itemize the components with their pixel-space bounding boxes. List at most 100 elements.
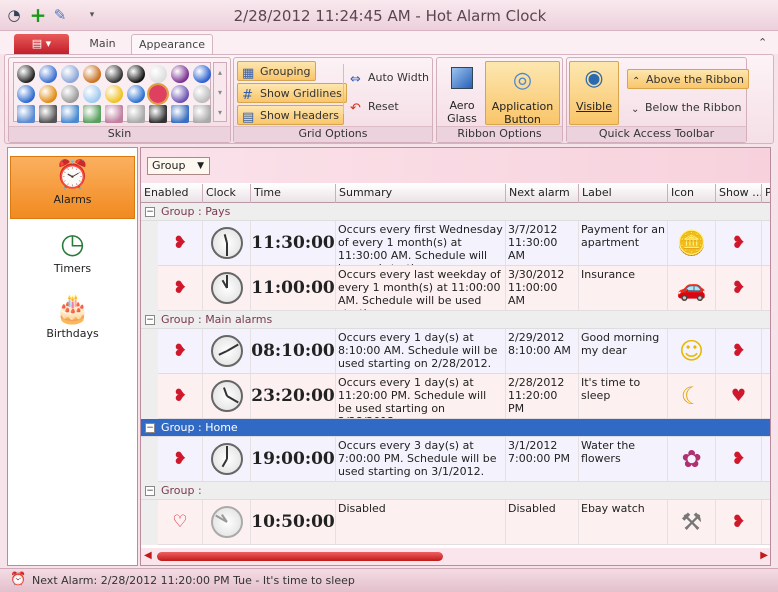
table-row[interactable]: ♡ 10:50:00 Disabled Disabled Ebay watch ⚒ ❥ [158,500,770,545]
skin-swatch[interactable] [127,85,145,103]
scroll-right-icon[interactable]: ▶ [760,550,768,561]
below-ribbon-button[interactable]: ⌄ Below the Ribbon [627,98,746,118]
collapse-icon[interactable]: − [145,423,155,433]
skin-swatch[interactable] [149,105,167,123]
car-icon: 🚗 [668,266,716,310]
skin-swatch[interactable] [105,105,123,123]
skin-swatch[interactable] [17,105,35,123]
skin-swatch[interactable] [127,65,145,83]
column-header-1[interactable]: Clock [203,184,251,203]
grouping-button[interactable]: ▦ Grouping [237,61,316,81]
skin-swatch[interactable] [193,105,211,123]
application-button[interactable]: ▤ ▾ [14,34,69,54]
skin-swatch[interactable] [171,65,189,83]
scrollbar-thumb[interactable] [157,552,443,561]
p-cell [762,329,770,373]
show-toggle[interactable]: ❥ [716,221,762,265]
skin-swatch[interactable] [83,105,101,123]
horizontal-scrollbar[interactable]: ◀ ▶ [141,548,770,565]
group-row[interactable]: − Group : Main alarms [141,311,770,329]
skin-swatch[interactable] [149,65,167,83]
visible-button[interactable]: ◉ Visible [569,61,619,125]
enabled-toggle[interactable]: ❥ [158,329,203,373]
show-toggle[interactable]: ❥ [716,500,762,544]
enabled-toggle[interactable]: ❥ [158,221,203,265]
show-toggle[interactable]: ❥ [716,437,762,481]
skin-swatch[interactable] [127,105,145,123]
nav-alarms[interactable]: ⏰ Alarms [10,156,135,219]
group-by-dropdown[interactable]: Group ▼ [147,157,210,175]
skin-swatch[interactable] [39,65,57,83]
skin-swatch[interactable] [39,85,57,103]
column-header-6[interactable]: Icon [668,184,716,203]
column-header-7[interactable]: Show … [716,184,762,203]
column-header-2[interactable]: Time [251,184,336,203]
group-row[interactable]: − Group : Home [141,419,770,437]
collapse-icon[interactable]: − [145,315,155,325]
skin-swatch[interactable] [193,65,211,83]
aero-glass-button[interactable]: Aero Glass [439,61,485,125]
clock-face-icon [210,272,243,304]
enabled-toggle[interactable]: ♡ [158,500,203,544]
skin-swatch[interactable] [193,85,211,103]
edit-icon[interactable]: ✎ [50,5,70,25]
table-row[interactable]: ❥ 11:30:00 Occurs every first Wednesday of… [158,221,770,266]
show-headers-button[interactable]: ▤ Show Headers [237,105,344,125]
group-title: Group : Main alarms [161,313,273,326]
collapse-icon[interactable]: − [145,486,155,496]
table-row[interactable]: ❥ 19:00:00 Occurs every 3 day(s) at 7:00:0… [158,437,770,482]
nav-timers-label: Timers [53,262,92,275]
clock-cell [203,437,251,481]
auto-width-button[interactable]: ⇔ Auto Width [346,68,433,88]
skin-swatch[interactable] [61,105,79,123]
skin-swatch[interactable] [61,65,79,83]
show-gridlines-button[interactable]: # Show Gridlines [237,83,347,103]
show-toggle[interactable]: ❥ [716,266,762,310]
skin-swatch[interactable] [17,85,35,103]
customize-qat-icon[interactable]: ▾ [82,5,102,25]
table-row[interactable]: ❥ 23:20:00 Occurs every 1 day(s) at 11:20:… [158,374,770,419]
nav-timers[interactable]: ◷ Timers [10,226,135,281]
reset-button[interactable]: ↶ Reset [346,97,403,117]
application-button-toggle[interactable]: ◎ Application Button [485,61,560,126]
show-toggle[interactable]: ♥ [716,374,762,418]
aero-glass-label: Aero Glass [447,99,477,125]
skin-swatch[interactable] [17,65,35,83]
column-header-4[interactable]: Next alarm [506,184,579,203]
skin-swatch[interactable] [171,85,189,103]
skin-swatch[interactable] [83,65,101,83]
group-row[interactable]: − Group : [141,482,770,500]
skin-swatch[interactable] [147,83,169,105]
skin-swatch[interactable] [171,105,189,123]
skin-swatch[interactable] [105,65,123,83]
table-row[interactable]: ❥ 08:10:00 Occurs every 1 day(s) at 8:10:0… [158,329,770,374]
clock-cell [203,329,251,373]
group-row[interactable]: − Group : Pays [141,203,770,221]
skin-gallery[interactable] [13,62,211,123]
above-ribbon-button[interactable]: ⌃ Above the Ribbon [627,69,749,89]
column-header-0[interactable]: Enabled [141,184,203,203]
tab-appearance[interactable]: Appearance [131,34,213,54]
gallery-scroll[interactable]: ▴ ▾ ▾ [213,62,227,122]
skin-swatch[interactable] [39,105,57,123]
column-header-3[interactable]: Summary [336,184,506,203]
app-clock-icon[interactable]: ◔ [4,5,24,25]
scroll-left-icon[interactable]: ◀ [144,550,152,561]
enabled-toggle[interactable]: ❥ [158,437,203,481]
skin-swatch[interactable] [105,85,123,103]
minimize-ribbon-icon[interactable]: ⌃ [758,36,767,49]
row-indent [141,266,158,311]
show-toggle[interactable]: ❥ [716,329,762,373]
nav-birthdays[interactable]: 🎂 Birthdays [10,291,135,346]
enabled-toggle[interactable]: ❥ [158,374,203,418]
skin-swatch[interactable] [61,85,79,103]
column-header-8[interactable]: P [762,184,770,203]
column-header-5[interactable]: Label [579,184,668,203]
skin-swatch[interactable] [83,85,101,103]
tab-main[interactable]: Main [80,34,125,54]
label-cell: Good morning my dear [579,329,668,373]
collapse-icon[interactable]: − [145,207,155,217]
add-icon[interactable]: + [28,5,48,25]
table-row[interactable]: ❥ 11:00:00 Occurs every last weekday of ev… [158,266,770,311]
enabled-toggle[interactable]: ❥ [158,266,203,310]
